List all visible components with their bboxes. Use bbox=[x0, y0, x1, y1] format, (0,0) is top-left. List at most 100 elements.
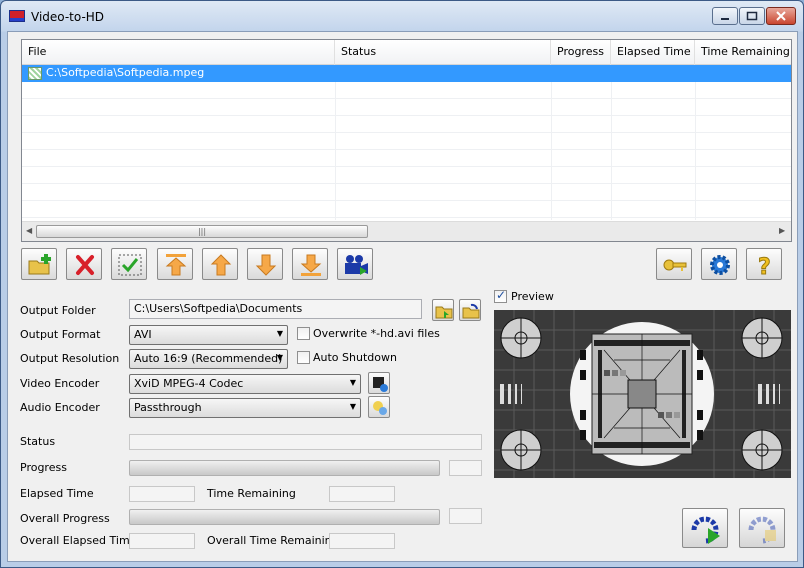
table-row[interactable]: C:\Softpedia\Softpedia.mpeg bbox=[22, 65, 791, 82]
audio-settings-icon bbox=[373, 401, 387, 415]
video-settings-icon bbox=[373, 377, 388, 392]
remove-file-icon bbox=[76, 255, 94, 275]
window-title: Video-to-HD bbox=[31, 10, 105, 24]
remove-file-button[interactable] bbox=[66, 248, 102, 280]
column-header-elapsed[interactable]: Elapsed Time bbox=[611, 40, 695, 65]
stop-convert-button[interactable] bbox=[739, 508, 785, 548]
video-encoder-settings-button[interactable] bbox=[368, 372, 390, 394]
close-icon bbox=[776, 11, 786, 21]
output-format-label: Output Format bbox=[20, 328, 101, 341]
app-icon bbox=[9, 10, 25, 22]
output-folder-label: Output Folder bbox=[20, 304, 96, 317]
column-header-file[interactable]: File bbox=[22, 40, 335, 65]
open-folder-button[interactable] bbox=[459, 299, 481, 321]
table-row bbox=[22, 133, 791, 150]
time-remaining-label: Time Remaining bbox=[207, 487, 296, 500]
close-button[interactable] bbox=[766, 7, 796, 25]
select-all-button[interactable] bbox=[111, 248, 147, 280]
column-header-progress[interactable]: Progress bbox=[551, 40, 611, 65]
move-down-button[interactable] bbox=[247, 248, 283, 280]
table-row bbox=[22, 167, 791, 184]
overwrite-checkbox[interactable] bbox=[297, 327, 310, 340]
start-convert-button[interactable] bbox=[682, 508, 728, 548]
audio-encoder-value: Passthrough bbox=[134, 401, 202, 414]
column-header-remaining[interactable]: Time Remaining bbox=[695, 40, 791, 65]
column-header-status[interactable]: Status bbox=[335, 40, 551, 65]
overall-remaining-label: Overall Time Remaining bbox=[207, 534, 339, 547]
status-field bbox=[129, 434, 482, 450]
output-format-value: AVI bbox=[134, 328, 152, 341]
maximize-button[interactable] bbox=[739, 7, 765, 25]
move-top-button[interactable] bbox=[157, 248, 193, 280]
overall-elapsed-field bbox=[129, 533, 195, 549]
horizontal-scrollbar[interactable]: ◀ ||| ▶ bbox=[22, 221, 791, 241]
chevron-down-icon: ▼ bbox=[276, 329, 283, 338]
output-format-select[interactable]: AVI ▼ bbox=[129, 325, 288, 345]
table-row bbox=[22, 99, 791, 116]
status-label: Status bbox=[20, 435, 56, 448]
folder-icon bbox=[435, 306, 453, 319]
video-encoder-label: Video Encoder bbox=[20, 377, 100, 390]
output-resolution-select[interactable]: Auto 16:9 (Recommended) ▼ bbox=[129, 349, 288, 369]
overall-elapsed-label: Overall Elapsed Time bbox=[20, 534, 137, 547]
table-row bbox=[22, 116, 791, 133]
title-bar[interactable]: Video-to-HD bbox=[1, 1, 803, 31]
maximize-icon bbox=[746, 11, 758, 21]
overall-progress-label: Overall Progress bbox=[20, 512, 110, 525]
scrollbar-thumb[interactable]: ||| bbox=[36, 225, 368, 238]
preview-label: Preview bbox=[511, 290, 554, 303]
audio-encoder-select[interactable]: Passthrough ▼ bbox=[129, 398, 361, 418]
chevron-down-icon: ▼ bbox=[349, 402, 356, 411]
add-file-button[interactable] bbox=[21, 248, 57, 280]
key-icon bbox=[663, 259, 687, 271]
movie-camera-icon bbox=[345, 255, 368, 275]
file-list-body: C:\Softpedia\Softpedia.mpeg bbox=[22, 65, 791, 220]
preview-video-button[interactable] bbox=[337, 248, 373, 280]
open-folder-icon bbox=[462, 303, 480, 319]
minimize-button[interactable] bbox=[712, 7, 738, 25]
browse-folder-button[interactable] bbox=[432, 299, 454, 321]
overall-progress-percent-field bbox=[449, 508, 482, 524]
move-up-button[interactable] bbox=[202, 248, 238, 280]
help-button[interactable]: ? bbox=[746, 248, 782, 280]
auto-shutdown-checkbox[interactable] bbox=[297, 351, 310, 364]
app-window: Video-to-HD File Status Progress Elapsed… bbox=[0, 0, 804, 568]
svg-text:?: ? bbox=[758, 255, 771, 277]
audio-encoder-settings-button[interactable] bbox=[368, 396, 390, 418]
select-all-icon bbox=[118, 254, 142, 276]
overwrite-label: Overwrite *-hd.avi files bbox=[313, 327, 440, 340]
scroll-left-icon[interactable]: ◀ bbox=[26, 226, 32, 235]
time-remaining-field bbox=[329, 486, 395, 502]
overall-remaining-field bbox=[329, 533, 395, 549]
gear-icon bbox=[710, 255, 730, 275]
convert-start-icon bbox=[691, 516, 720, 544]
table-row bbox=[22, 150, 791, 167]
video-encoder-select[interactable]: XviD MPEG-4 Codec ▼ bbox=[129, 374, 361, 394]
output-resolution-label: Output Resolution bbox=[20, 352, 120, 365]
move-down-icon bbox=[255, 254, 277, 276]
minimize-icon bbox=[721, 18, 729, 20]
help-icon: ? bbox=[758, 255, 772, 278]
progress-bar bbox=[129, 460, 440, 476]
video-file-icon bbox=[28, 67, 42, 80]
audio-encoder-label: Audio Encoder bbox=[20, 401, 100, 414]
convert-stop-icon bbox=[748, 516, 776, 544]
settings-button[interactable] bbox=[701, 248, 737, 280]
preview-image bbox=[494, 310, 791, 478]
progress-percent-field bbox=[449, 460, 482, 476]
register-button[interactable] bbox=[656, 248, 692, 280]
progress-label: Progress bbox=[20, 461, 67, 474]
video-encoder-value: XviD MPEG-4 Codec bbox=[134, 377, 244, 390]
scroll-right-icon[interactable]: ▶ bbox=[779, 226, 785, 235]
table-row bbox=[22, 82, 791, 99]
table-row bbox=[22, 184, 791, 201]
auto-shutdown-label: Auto Shutdown bbox=[313, 351, 397, 364]
preview-checkbox[interactable] bbox=[494, 288, 507, 303]
file-path: C:\Softpedia\Softpedia.mpeg bbox=[46, 66, 205, 79]
chevron-down-icon: ▼ bbox=[349, 378, 356, 387]
overall-progress-bar bbox=[129, 509, 440, 525]
table-row bbox=[22, 201, 791, 218]
file-list[interactable]: File Status Progress Elapsed Time Time R… bbox=[21, 39, 792, 242]
output-folder-field[interactable]: C:\Users\Softpedia\Documents bbox=[129, 299, 422, 319]
move-bottom-button[interactable] bbox=[292, 248, 328, 280]
